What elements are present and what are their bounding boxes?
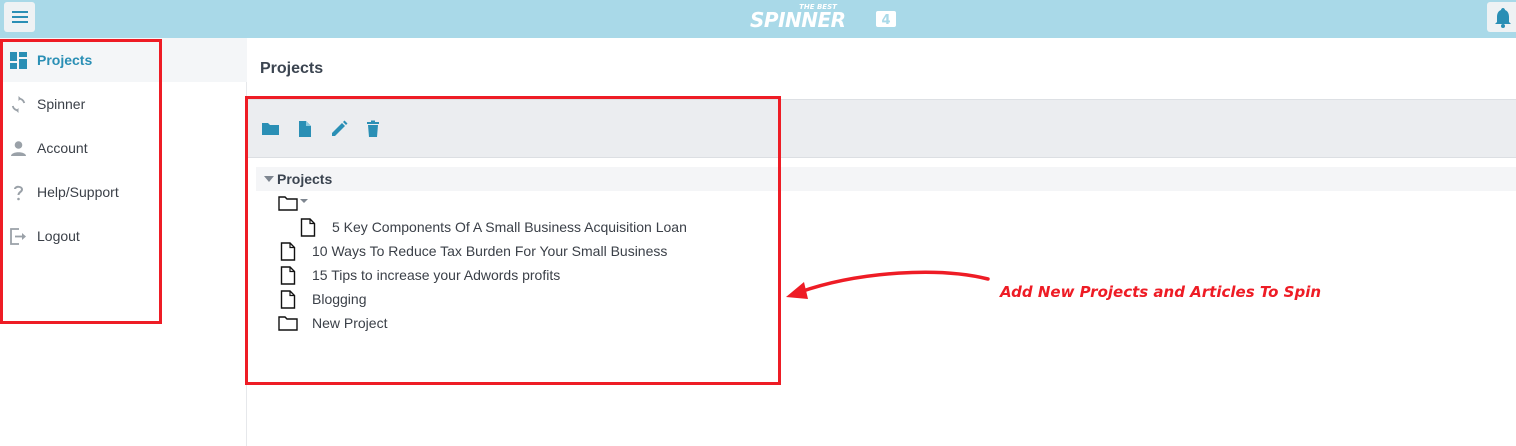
logo: THE BEST SPINNER 4 (750, 3, 896, 32)
annotation-box-sidebar (0, 39, 162, 324)
top-bar: THE BEST SPINNER 4 (0, 0, 1516, 38)
bell-icon (1495, 8, 1511, 28)
hamburger-icon (11, 11, 28, 23)
logo-main-text: SPINNER (750, 8, 846, 32)
annotation-box-tree (245, 96, 781, 385)
annotation-text: Add New Projects and Articles To Spin (1000, 283, 1322, 301)
hamburger-menu-button[interactable] (4, 2, 35, 32)
notifications-button[interactable] (1487, 2, 1516, 32)
page-title: Projects (260, 60, 324, 77)
logo-badge-text: 4 (881, 13, 890, 28)
annotation-arrow (786, 270, 990, 299)
